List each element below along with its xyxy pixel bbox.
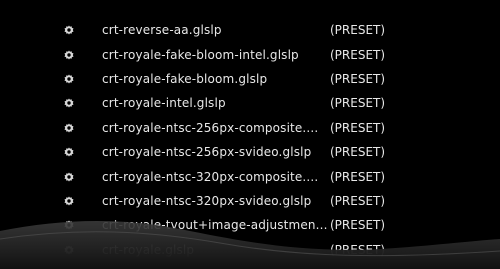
gear-icon: [64, 220, 74, 230]
file-type-label: (PRESET): [330, 120, 386, 135]
file-name: crt-royale-intel.glslp: [102, 96, 226, 111]
gear-icon: [64, 123, 74, 133]
file-name: crt-royale-ntsc-256px-svideo.glslp: [102, 145, 312, 160]
gear-icon: [64, 50, 74, 60]
list-item[interactable]: crt-royale-tvout+image-adjustmen... (PRE…: [0, 213, 500, 237]
list-item[interactable]: crt-reverse-aa.glslp (PRESET): [0, 18, 500, 42]
list-item[interactable]: crt-royale-fake-bloom-intel.glslp (PRESE…: [0, 42, 500, 66]
gear-icon: [64, 147, 74, 157]
list-item[interactable]: crt-royale-intel.glslp (PRESET): [0, 91, 500, 115]
list-item[interactable]: crt-royale.glslp (PRESET): [0, 238, 500, 262]
list-item[interactable]: crt-royale-fake-bloom.glslp (PRESET): [0, 67, 500, 91]
menu-screen: crt-reverse-aa.glslp (PRESET) crt-royale…: [0, 0, 500, 269]
file-name: crt-royale.glslp: [102, 242, 195, 257]
file-type-label: (PRESET): [330, 193, 386, 208]
file-type-label: (PRESET): [330, 218, 386, 233]
file-type-label: (PRESET): [330, 23, 386, 38]
file-name: crt-royale-ntsc-320px-svideo.glslp: [102, 193, 312, 208]
list-item[interactable]: crt-royale-ntsc-320px-svideo.glslp (PRES…: [0, 189, 500, 213]
gear-icon: [64, 25, 74, 35]
gear-icon: [64, 98, 74, 108]
file-name: crt-royale-fake-bloom.glslp: [102, 71, 268, 86]
file-type-label: (PRESET): [330, 71, 386, 86]
file-list: crt-reverse-aa.glslp (PRESET) crt-royale…: [0, 18, 500, 262]
file-name: crt-reverse-aa.glslp: [102, 23, 222, 38]
gear-icon: [64, 245, 74, 255]
list-item[interactable]: crt-royale-ntsc-320px-composite.... (PRE…: [0, 164, 500, 188]
list-item[interactable]: crt-royale-ntsc-256px-composite.... (PRE…: [0, 116, 500, 140]
gear-icon: [64, 172, 74, 182]
file-name: crt-royale-ntsc-320px-composite....: [102, 169, 319, 184]
gear-icon: [64, 74, 74, 84]
file-type-label: (PRESET): [330, 47, 386, 62]
file-type-label: (PRESET): [330, 145, 386, 160]
gear-icon: [64, 196, 74, 206]
file-type-label: (PRESET): [330, 96, 386, 111]
file-name: crt-royale-ntsc-256px-composite....: [102, 120, 319, 135]
file-type-label: (PRESET): [330, 242, 386, 257]
file-name: crt-royale-tvout+image-adjustmen...: [102, 218, 328, 233]
list-item[interactable]: crt-royale-ntsc-256px-svideo.glslp (PRES…: [0, 140, 500, 164]
file-name: crt-royale-fake-bloom-intel.glslp: [102, 47, 299, 62]
file-type-label: (PRESET): [330, 169, 386, 184]
